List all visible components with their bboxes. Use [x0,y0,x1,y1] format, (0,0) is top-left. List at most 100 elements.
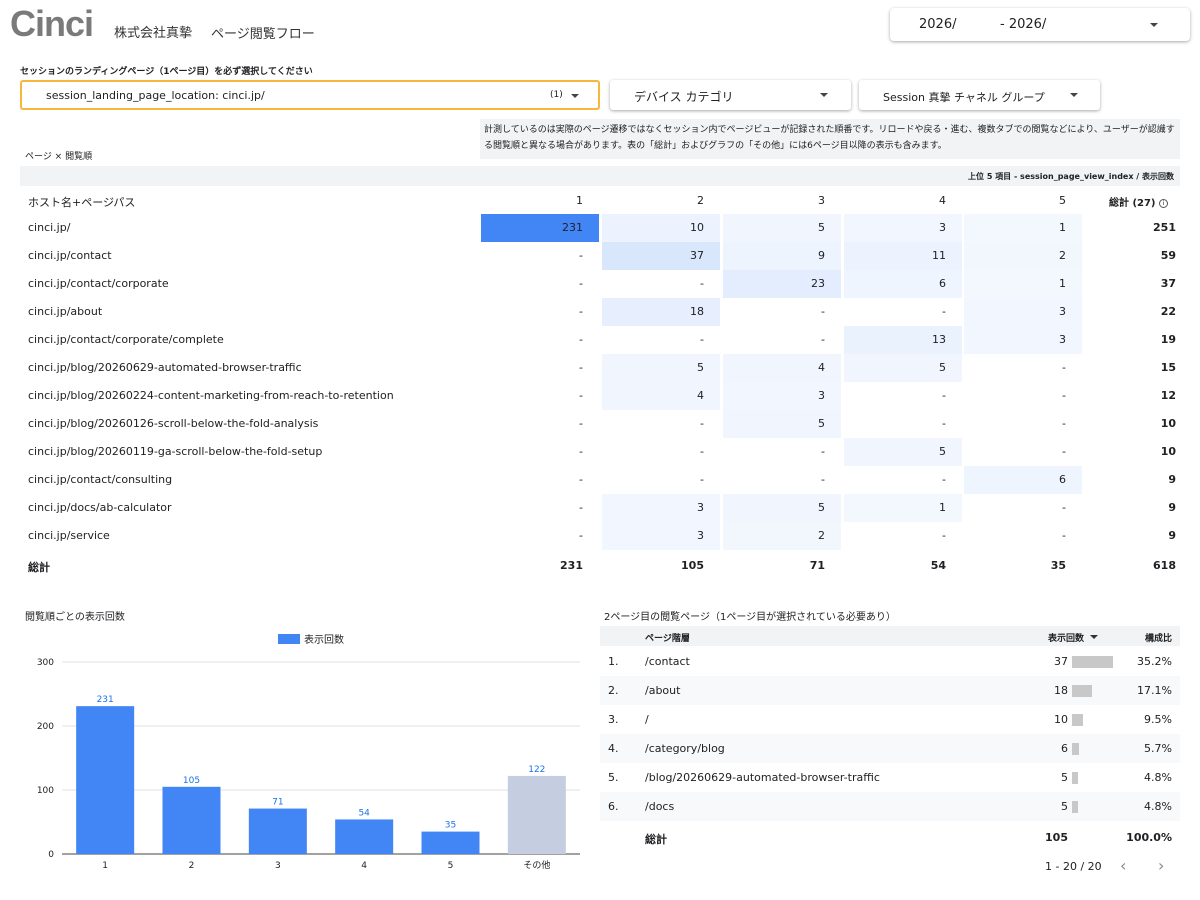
share-percent: 35.2% [1137,655,1172,668]
pivot-row[interactable]: cinci.jp/contact/consulting - - - - 6 9 [20,466,1180,494]
bar-chart: 表示回数 0 100 200 300 231 1 105 2 71 3 54 4 35 5 122 その他 [37,633,580,871]
selection-count: (1) [550,90,563,100]
pivot-cell: - [1062,417,1066,430]
pivot-row[interactable]: cinci.jp/blog/20260126-scroll-below-the-… [20,410,1180,438]
page2-row[interactable]: 6. /docs 5 4.8% [600,792,1180,821]
pivot-row[interactable]: cinci.jp/docs/ab-calculator - 3 5 1 - 9 [20,494,1180,522]
pivot-row[interactable]: cinci.jp/blog/20260119-ga-scroll-below-t… [20,438,1180,466]
view-count: 37 [1054,655,1068,668]
share-percent: 5.7% [1144,742,1172,755]
pivot-title: ページ × 閲覧順 [25,152,93,162]
pivot-row[interactable]: cinci.jp/blog/20260629-automated-browser… [20,354,1180,382]
x-tick-label: 5 [448,861,454,871]
pivot-cell: 2 [964,242,1082,270]
data-label: 54 [358,808,370,818]
grand-total: 618 [1153,559,1176,572]
next-page-button[interactable]: › [1158,856,1164,875]
page-path: /category/blog [645,742,725,755]
pivot-cell: - [579,361,583,374]
view-count: 10 [1054,713,1068,726]
chevron-down-icon [1070,93,1078,97]
total-cell: 35 [1050,559,1066,572]
pivot-cell: - [579,473,583,486]
date-range-picker[interactable]: 2026/ - 2026/ [890,8,1190,41]
pivot-cell: - [821,473,825,486]
row-label: cinci.jp/docs/ab-calculator [28,501,172,514]
total-col-header[interactable]: 総計 (27) i [1082,194,1168,209]
row-index: 5. [608,771,619,784]
col-header-1[interactable]: 1 [481,194,599,207]
page2-row[interactable]: 4. /category/blog 6 5.7% [600,734,1180,763]
date-to: - 2026/ [1000,17,1047,32]
company-name: 株式会社真摯 [114,26,193,41]
total-cell: 71 [809,559,825,572]
pivot-cell: - [579,417,583,430]
total-cell: 105 [681,559,704,572]
pivot-cell: - [579,501,583,514]
row-label: cinci.jp/contact/consulting [28,473,173,486]
share-percent: 4.8% [1144,771,1172,784]
pivot-cell: 5 [844,354,962,382]
pivot-cell: 3 [964,298,1082,326]
pivot-row[interactable]: cinci.jp/231 10 5 3 1 251 [20,214,1180,242]
data-label: 231 [97,695,114,705]
pivot-cell: 231 [481,214,599,242]
bar-5 [421,831,480,854]
page2-row[interactable]: 3. / 10 9.5% [600,705,1180,734]
landing-page-filter-label: session_landing_page_location: cinci.jp/ [46,89,265,102]
pivot-row[interactable]: cinci.jp/about - 18 - - 3 22 [20,298,1180,326]
count-bar [1072,772,1078,784]
row-label: cinci.jp/blog/20260629-automated-browser… [28,361,302,374]
pivot-cell: - [942,529,946,542]
page2-row[interactable]: 5. /blog/20260629-automated-browser-traff… [600,763,1180,792]
header-count[interactable]: 表示回数 [1048,631,1099,644]
row-total: 37 [1160,277,1176,290]
pivot-cell: - [579,529,583,542]
landing-page-filter[interactable]: session_landing_page_location: cinci.jp/… [20,80,600,110]
device-category-filter[interactable]: デバイス カテゴリ [610,80,851,110]
col-header-4[interactable]: 4 [844,194,962,207]
info-icon[interactable]: i [1159,199,1168,208]
header-count-label: 表示回数 [1048,634,1085,644]
pivot-row[interactable]: cinci.jp/contact - 37 9 11 2 59 [20,242,1180,270]
share-percent: 4.8% [1144,800,1172,813]
page-path: /contact [645,655,690,668]
x-tick-label: 2 [189,861,195,871]
legend-swatch [278,634,300,644]
col-header-5[interactable]: 5 [964,194,1082,207]
page2-row[interactable]: 1. /contact 37 35.2% [600,647,1180,676]
pivot-cell: 13 [844,326,962,354]
total-cell: 54 [930,559,946,572]
pivot-row[interactable]: cinci.jp/service - 3 2 - - 9 [20,522,1180,550]
pivot-cell: 3 [602,522,720,550]
col-header-3[interactable]: 3 [723,194,841,207]
view-count: 6 [1061,742,1068,755]
header-ratio[interactable]: 構成比 [1145,631,1172,644]
header-page[interactable]: ページ階層 [645,631,690,644]
page-title: ページ閲覧フロー [211,27,315,42]
pivot-cell: - [1062,501,1066,514]
total-label: 総計 [645,833,667,846]
pivot-row[interactable]: cinci.jp/blog/20260224-content-marketing… [20,382,1180,410]
row-total: 251 [1153,221,1176,234]
pivot-cell: 23 [723,270,841,298]
top5-label: 上位 5 項目 - session_page_view_index / 表示回数 [968,172,1174,181]
pivot-cell: - [821,333,825,346]
share-percent: 9.5% [1144,713,1172,726]
page2-row[interactable]: 2. /about 18 17.1% [600,676,1180,705]
pivot-cell: 3 [844,214,962,242]
row-index: 1. [608,655,619,668]
pivot-cell: - [579,445,583,458]
bar-1 [76,706,135,854]
row-total: 9 [1168,473,1176,486]
channel-group-filter[interactable]: Session 真摯 チャネル グループ [859,80,1100,110]
prev-page-button[interactable]: ‹ [1120,856,1126,875]
col-header-2[interactable]: 2 [602,194,720,207]
pivot-row[interactable]: cinci.jp/contact/corporate/complete - - - 13… [20,326,1180,354]
channel-group-label: Session 真摯 チャネル グループ [883,91,1045,104]
chevron-down-icon [1150,23,1158,27]
x-tick-label: 3 [275,861,281,871]
data-label: 122 [528,765,545,775]
pivot-cell: 3 [723,382,841,410]
pivot-row[interactable]: cinci.jp/contact/corporate - - 23 6 1 37 [20,270,1180,298]
